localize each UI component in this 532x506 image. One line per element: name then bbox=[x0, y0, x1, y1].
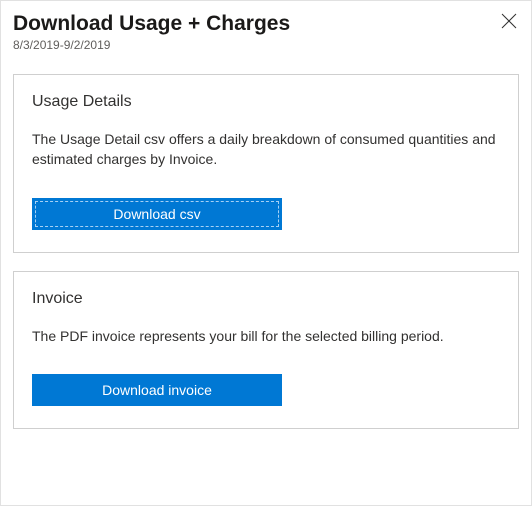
usage-details-description: The Usage Detail csv offers a daily brea… bbox=[32, 129, 500, 170]
billing-date-range: 8/3/2019-9/2/2019 bbox=[13, 38, 290, 52]
panel-header: Download Usage + Charges 8/3/2019-9/2/20… bbox=[13, 11, 519, 52]
invoice-title: Invoice bbox=[32, 290, 500, 308]
download-csv-button[interactable]: Download csv bbox=[32, 198, 282, 230]
close-button[interactable] bbox=[499, 11, 519, 33]
close-icon bbox=[501, 17, 517, 32]
usage-details-card: Usage Details The Usage Detail csv offer… bbox=[13, 74, 519, 253]
title-block: Download Usage + Charges 8/3/2019-9/2/20… bbox=[13, 11, 290, 52]
invoice-description: The PDF invoice represents your bill for… bbox=[32, 326, 500, 346]
download-usage-panel: Download Usage + Charges 8/3/2019-9/2/20… bbox=[0, 0, 532, 506]
panel-title: Download Usage + Charges bbox=[13, 11, 290, 36]
invoice-card: Invoice The PDF invoice represents your … bbox=[13, 271, 519, 429]
download-invoice-button[interactable]: Download invoice bbox=[32, 374, 282, 406]
usage-details-title: Usage Details bbox=[32, 93, 500, 111]
